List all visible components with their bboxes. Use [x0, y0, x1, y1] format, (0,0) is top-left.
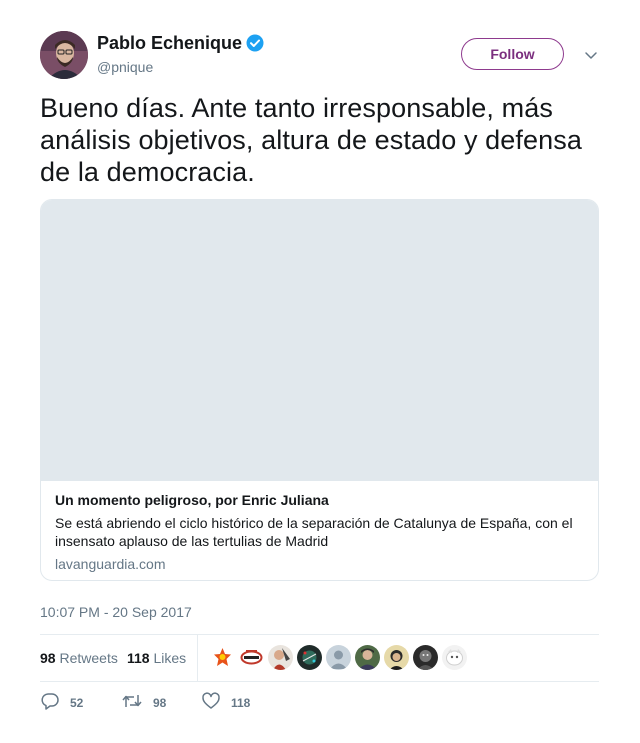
liker-avatar[interactable] — [384, 645, 409, 670]
user-name[interactable]: Pablo Echenique — [97, 33, 264, 57]
retweet-icon — [121, 691, 143, 716]
liker-avatar[interactable] — [268, 645, 293, 670]
tweet: Pablo Echenique @pnique Follow Bueno día… — [0, 0, 640, 743]
tweet-text: Bueno días. Ante tanto irresponsable, má… — [40, 93, 582, 187]
retweets-label: Retweets — [59, 650, 118, 666]
avatar[interactable] — [40, 31, 88, 79]
liker-avatar[interactable] — [413, 645, 438, 670]
liker-avatar[interactable] — [297, 645, 322, 670]
card-image[interactable] — [41, 200, 598, 481]
retweets-stat[interactable]: 98 Retweets — [40, 650, 118, 666]
card-title[interactable]: Un momento peligroso, por Enric Juliana — [55, 492, 329, 508]
retweet-button[interactable]: 98 — [121, 692, 166, 714]
link-card[interactable]: Un momento peligroso, por Enric Juliana … — [40, 199, 599, 581]
reply-button[interactable]: 52 — [40, 692, 83, 714]
retweets-count: 98 — [40, 650, 56, 666]
tweet-timestamp[interactable]: 10:07 PM - 20 Sep 2017 — [40, 604, 192, 620]
liker-avatar[interactable] — [239, 645, 264, 670]
likes-label: Likes — [153, 650, 187, 666]
tweet-stats: 98 Retweets 118 Likes — [40, 634, 599, 682]
user-name-text[interactable]: Pablo Echenique — [97, 33, 242, 53]
reply-count: 52 — [70, 696, 84, 710]
reply-icon — [40, 691, 60, 716]
card-description: Se está abriendo el ciclo histórico de l… — [55, 515, 573, 549]
card-domain: lavanguardia.com — [55, 556, 166, 572]
like-button[interactable]: 118 — [201, 692, 250, 714]
likes-count: 118 — [127, 650, 150, 666]
retweet-count: 98 — [153, 696, 167, 710]
likes-stat[interactable]: 118 Likes — [127, 650, 186, 666]
stats-divider — [197, 635, 198, 681]
chevron-down-icon[interactable] — [583, 47, 599, 63]
follow-button[interactable]: Follow — [461, 38, 564, 70]
verified-badge-icon — [246, 34, 264, 57]
like-count: 118 — [231, 696, 251, 710]
liker-avatar[interactable] — [442, 645, 467, 670]
liker-avatar[interactable] — [326, 645, 351, 670]
like-icon — [201, 691, 221, 716]
liker-avatar[interactable] — [355, 645, 380, 670]
liker-avatar[interactable] — [210, 645, 235, 670]
user-handle[interactable]: @pnique — [97, 59, 153, 75]
